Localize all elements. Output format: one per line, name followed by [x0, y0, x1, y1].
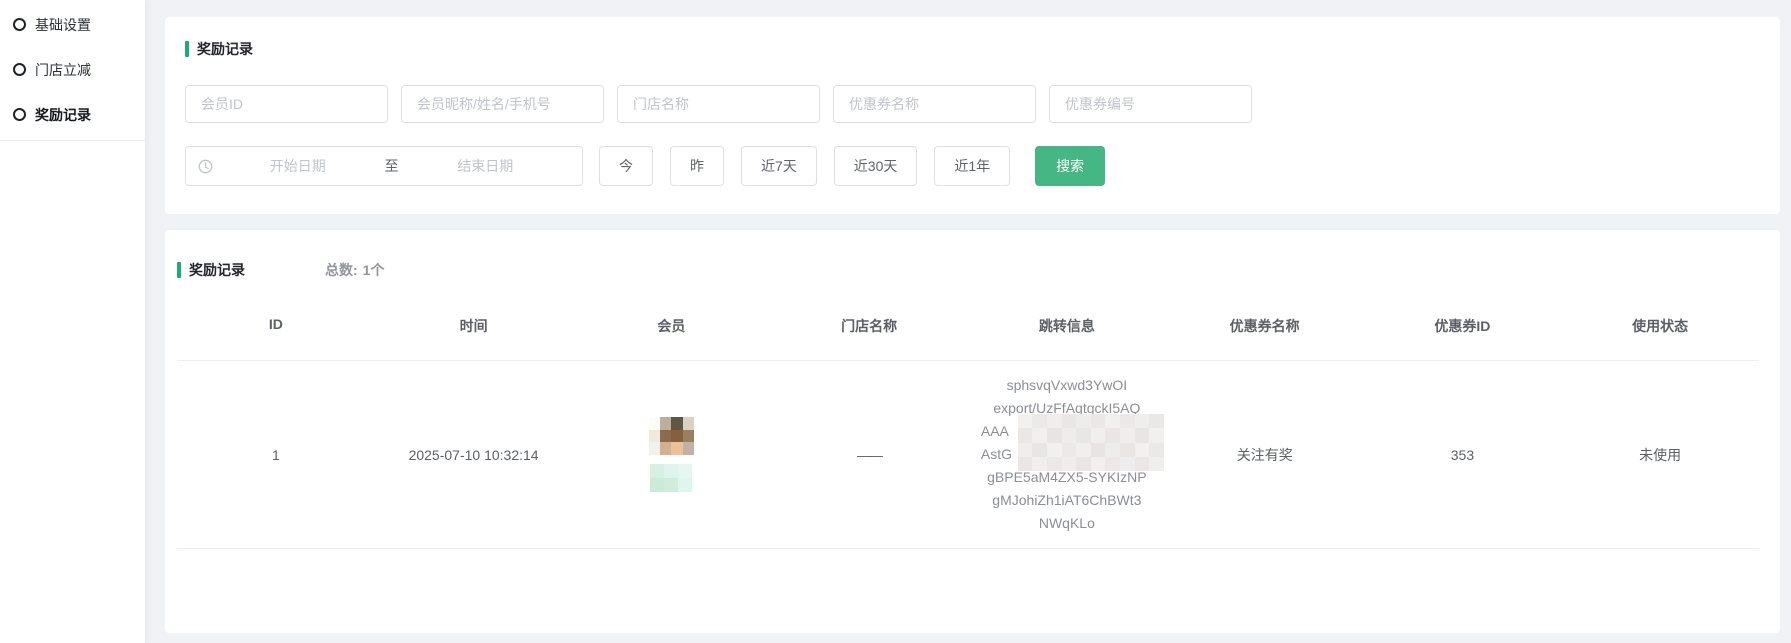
records-total-label: 总数: — [325, 260, 358, 280]
sidebar: 基础设置门店立减奖励记录 — [0, 0, 146, 643]
jump-info-line: NWqKLo — [968, 512, 1166, 535]
member-id-input[interactable] — [185, 85, 388, 123]
cell-coupon-name: 关注有奖 — [1166, 445, 1364, 465]
column-header: 优惠券名称 — [1166, 316, 1364, 336]
cell-store-name: —— — [770, 447, 968, 463]
circle-icon — [13, 108, 26, 121]
member-nickname-pixelated — [650, 464, 692, 492]
sidebar-item-label: 奖励记录 — [35, 105, 91, 125]
records-total: 总数: 1个 — [325, 260, 384, 280]
page: 基础设置门店立减奖励记录 奖励记录 开始日期 至 结束日期 今 — [0, 0, 1791, 643]
start-date-placeholder[interactable]: 开始日期 — [213, 156, 383, 176]
column-header: 门店名称 — [770, 316, 968, 336]
records-table: ID时间会员门店名称跳转信息优惠券名称优惠券ID使用状态 12025-07-10… — [177, 316, 1759, 549]
sidebar-item-1[interactable]: 门店立减 — [0, 47, 145, 92]
date-range-picker[interactable]: 开始日期 至 结束日期 — [185, 146, 583, 186]
store-name-input[interactable] — [617, 85, 820, 123]
sidebar-menu: 基础设置门店立减奖励记录 — [0, 2, 145, 137]
filter-title-row: 奖励记录 — [185, 39, 1760, 59]
quick-date-button-0[interactable]: 今 — [599, 146, 653, 186]
coupon-code-input[interactable] — [1049, 85, 1252, 123]
table-row: 12025-07-10 10:32:14 ——sphsvqVxwd3YwOIexp… — [177, 361, 1759, 549]
cell-time: 2025-07-10 10:32:14 — [375, 447, 573, 463]
member-nickname-input[interactable] — [401, 85, 604, 123]
member-avatar-pixelated — [649, 417, 694, 455]
jump-info-line: gMJohiZh1iAT6ChBWt3 — [968, 489, 1166, 512]
quick-date-button-2[interactable]: 近7天 — [741, 146, 817, 186]
cell-status: 未使用 — [1561, 445, 1759, 465]
quick-date-buttons: 今昨近7天近30天近1年 — [599, 146, 1010, 186]
cell-jump-info: sphsvqVxwd3YwOIexport/UzFfAqtgckI5AQAAAA… — [968, 374, 1166, 535]
column-header: 优惠券ID — [1364, 316, 1562, 336]
circle-icon — [13, 63, 26, 76]
jump-info-text: sphsvqVxwd3YwOIexport/UzFfAqtgckI5AQAAAA… — [968, 374, 1166, 535]
filter-date-row: 开始日期 至 结束日期 今昨近7天近30天近1年 搜索 — [185, 146, 1760, 186]
sidebar-item-label: 门店立减 — [35, 60, 91, 80]
records-title: 奖励记录 — [189, 260, 245, 280]
circle-icon — [13, 18, 26, 31]
sidebar-item-2[interactable]: 奖励记录 — [0, 92, 145, 137]
records-title-row: 奖励记录 总数: 1个 — [177, 260, 1759, 280]
sidebar-item-0[interactable]: 基础设置 — [0, 2, 145, 47]
main-content: 奖励记录 开始日期 至 结束日期 今昨近7天近30天近1年 搜索 — [146, 0, 1791, 643]
filter-title: 奖励记录 — [197, 39, 253, 59]
filter-card: 奖励记录 开始日期 至 结束日期 今昨近7天近30天近1年 搜索 — [165, 17, 1780, 214]
quick-date-button-1[interactable]: 昨 — [670, 146, 724, 186]
column-header: ID — [177, 316, 375, 336]
title-accent-bar — [177, 262, 181, 278]
cell-id: 1 — [177, 447, 375, 463]
column-header: 跳转信息 — [968, 316, 1166, 336]
quick-date-button-3[interactable]: 近30天 — [834, 146, 918, 186]
records-card: 奖励记录 总数: 1个 ID时间会员门店名称跳转信息优惠券名称优惠券ID使用状态… — [165, 230, 1780, 633]
clock-icon — [198, 159, 213, 174]
sidebar-item-label: 基础设置 — [35, 15, 91, 35]
quick-date-button-4[interactable]: 近1年 — [934, 146, 1010, 186]
date-range-separator: 至 — [383, 156, 401, 176]
search-button[interactable]: 搜索 — [1035, 146, 1105, 186]
table-header-row: ID时间会员门店名称跳转信息优惠券名称优惠券ID使用状态 — [177, 316, 1759, 361]
coupon-name-input[interactable] — [833, 85, 1036, 123]
sidebar-divider — [0, 140, 145, 141]
cell-coupon-id: 353 — [1364, 447, 1562, 463]
column-header: 会员 — [573, 316, 771, 336]
member-images — [572, 417, 770, 492]
column-header: 使用状态 — [1561, 316, 1759, 336]
title-accent-bar — [185, 41, 189, 57]
table-body: 12025-07-10 10:32:14 ——sphsvqVxwd3YwOIexp… — [177, 361, 1759, 549]
records-total-value: 1个 — [363, 260, 385, 280]
jump-info-line: sphsvqVxwd3YwOI — [968, 374, 1166, 397]
column-header: 时间 — [375, 316, 573, 336]
filter-inputs-row — [185, 85, 1760, 123]
jump-info-blur-pixelated — [1018, 414, 1164, 471]
cell-member — [572, 417, 770, 492]
end-date-placeholder[interactable]: 结束日期 — [401, 156, 571, 176]
